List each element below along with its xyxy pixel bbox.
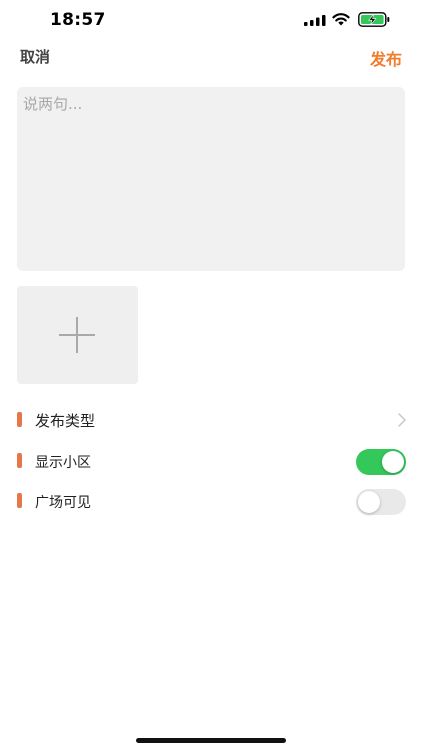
row-marker — [17, 453, 22, 468]
square-visible-toggle[interactable] — [356, 489, 406, 515]
option-label-square-visible: 广场可见 — [35, 495, 91, 511]
option-label-show-community: 显示小区 — [35, 455, 91, 471]
option-row-publish-type[interactable]: 发布类型 — [0, 400, 422, 440]
publish-button[interactable]: 发布 — [370, 46, 402, 70]
status-bar: 18:57 — [0, 0, 422, 40]
cancel-button[interactable]: 取消 — [20, 46, 50, 67]
option-label-publish-type: 发布类型 — [35, 412, 96, 430]
status-time: 18:57 — [50, 10, 106, 30]
cellular-signal-icon — [304, 15, 326, 26]
post-content-input[interactable] — [17, 87, 405, 271]
battery-charging-icon — [358, 12, 390, 27]
wifi-icon — [332, 13, 350, 26]
toggle-knob — [358, 491, 380, 513]
plus-icon — [59, 317, 95, 353]
add-photo-button[interactable] — [17, 286, 138, 384]
row-marker — [17, 412, 22, 427]
toggle-knob — [382, 451, 404, 473]
row-marker — [17, 493, 22, 508]
option-row-show-community: 显示小区 — [0, 441, 422, 481]
option-row-square-visible: 广场可见 — [0, 481, 422, 521]
show-community-toggle[interactable] — [356, 449, 406, 475]
home-indicator[interactable] — [136, 738, 286, 743]
chevron-right-icon — [398, 413, 406, 427]
